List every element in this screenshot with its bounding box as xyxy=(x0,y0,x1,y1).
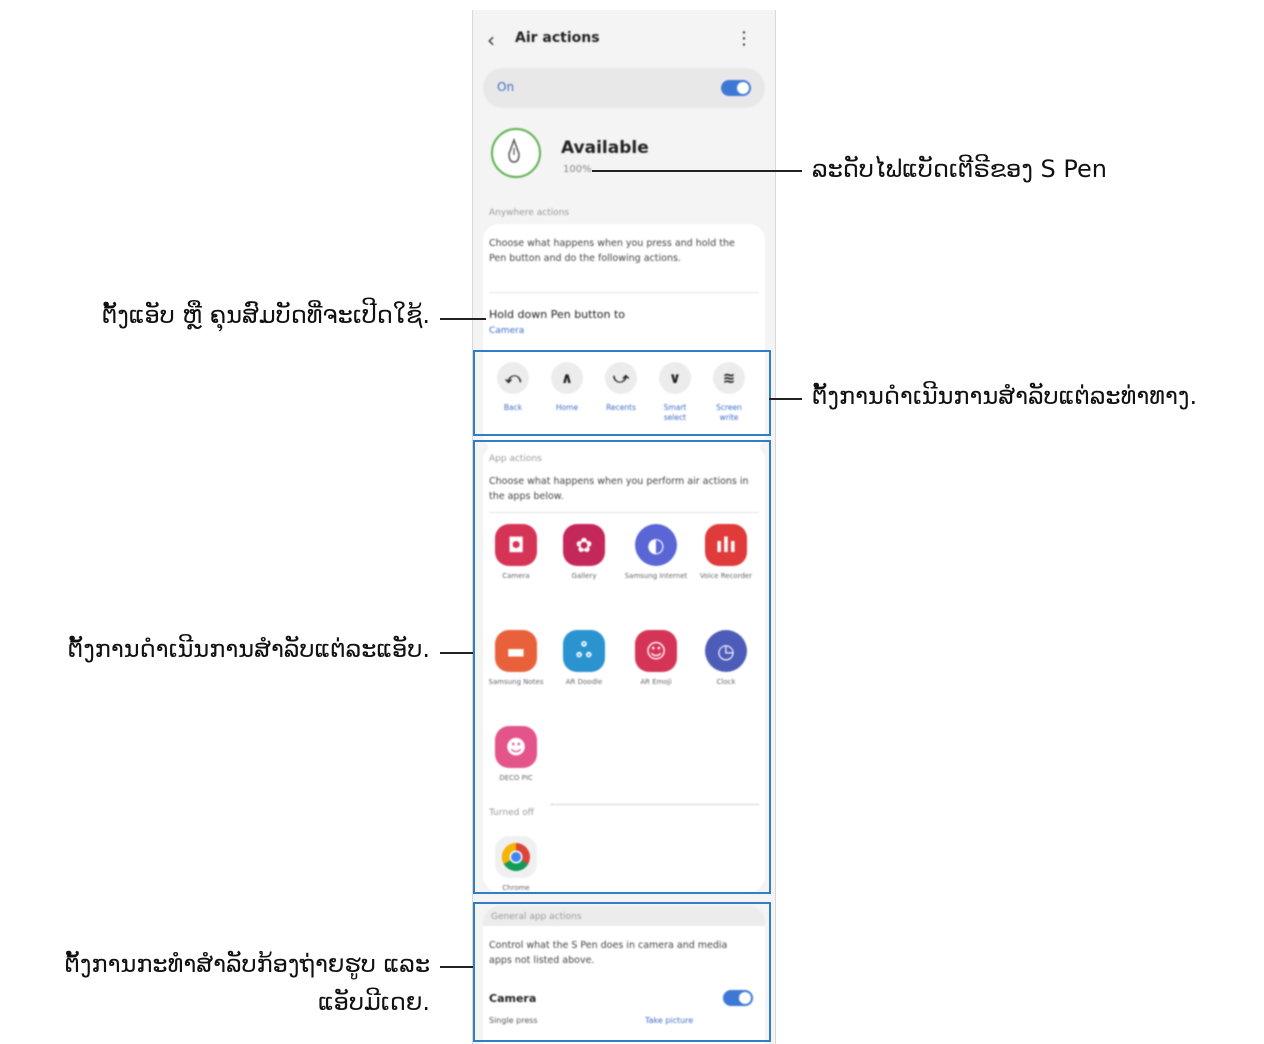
general-callout-line1: ຕັ້ງການກະທຳສຳລັບກ້ອງຖ່າຍຮູບ ແລະ xyxy=(64,950,430,978)
gestures-callout-line xyxy=(769,398,802,400)
back-icon[interactable]: ‹ xyxy=(487,28,495,52)
s-pen-battery-icon xyxy=(491,128,541,178)
hold-pen-button-value: Camera xyxy=(489,326,525,336)
page-title: Air actions xyxy=(515,30,600,46)
pen-status: Available xyxy=(561,138,649,158)
battery-callout-line xyxy=(592,170,802,172)
app-actions-highlight-box xyxy=(473,440,771,894)
hold-callout: ຕັ້ງແອັບ ຫຼື ຄຸນສົມບັດທີ່ຈະເປີດໃຊ້. xyxy=(101,301,430,329)
on-label: On xyxy=(497,80,515,94)
hold-callout-line xyxy=(440,318,486,320)
battery-callout: ລະດັບໄຟແບັດເຕີຣີຂອງ S Pen xyxy=(812,155,1107,183)
anywhere-description: Choose what happens when you press and h… xyxy=(489,238,735,264)
gestures-callout: ຕັ້ງການດຳເນີນການສຳລັບແຕ່ລະທ່າທາງ. xyxy=(812,382,1198,410)
more-options-icon[interactable]: ⋮ xyxy=(735,28,753,49)
gestures-highlight-box xyxy=(473,350,771,436)
anywhere-actions-header: Anywhere actions xyxy=(489,208,570,218)
general-actions-highlight-box xyxy=(473,902,771,1042)
apps-callout: ຕັ້ງການດຳເນີນການສຳລັບແຕ່ລະແອັບ. xyxy=(67,635,430,663)
general-callout-line2: ແອັບມີເດຍ. xyxy=(318,988,430,1016)
general-callout-line xyxy=(440,966,473,968)
battery-level: 100% xyxy=(563,164,592,175)
master-switch-row[interactable]: On xyxy=(483,68,765,108)
hold-pen-button-label[interactable]: Hold down Pen button to xyxy=(489,308,625,321)
master-toggle[interactable] xyxy=(721,80,751,96)
divider xyxy=(489,292,759,293)
app-bar: ‹ Air actions ⋮ xyxy=(473,24,775,54)
apps-callout-line xyxy=(440,652,473,654)
